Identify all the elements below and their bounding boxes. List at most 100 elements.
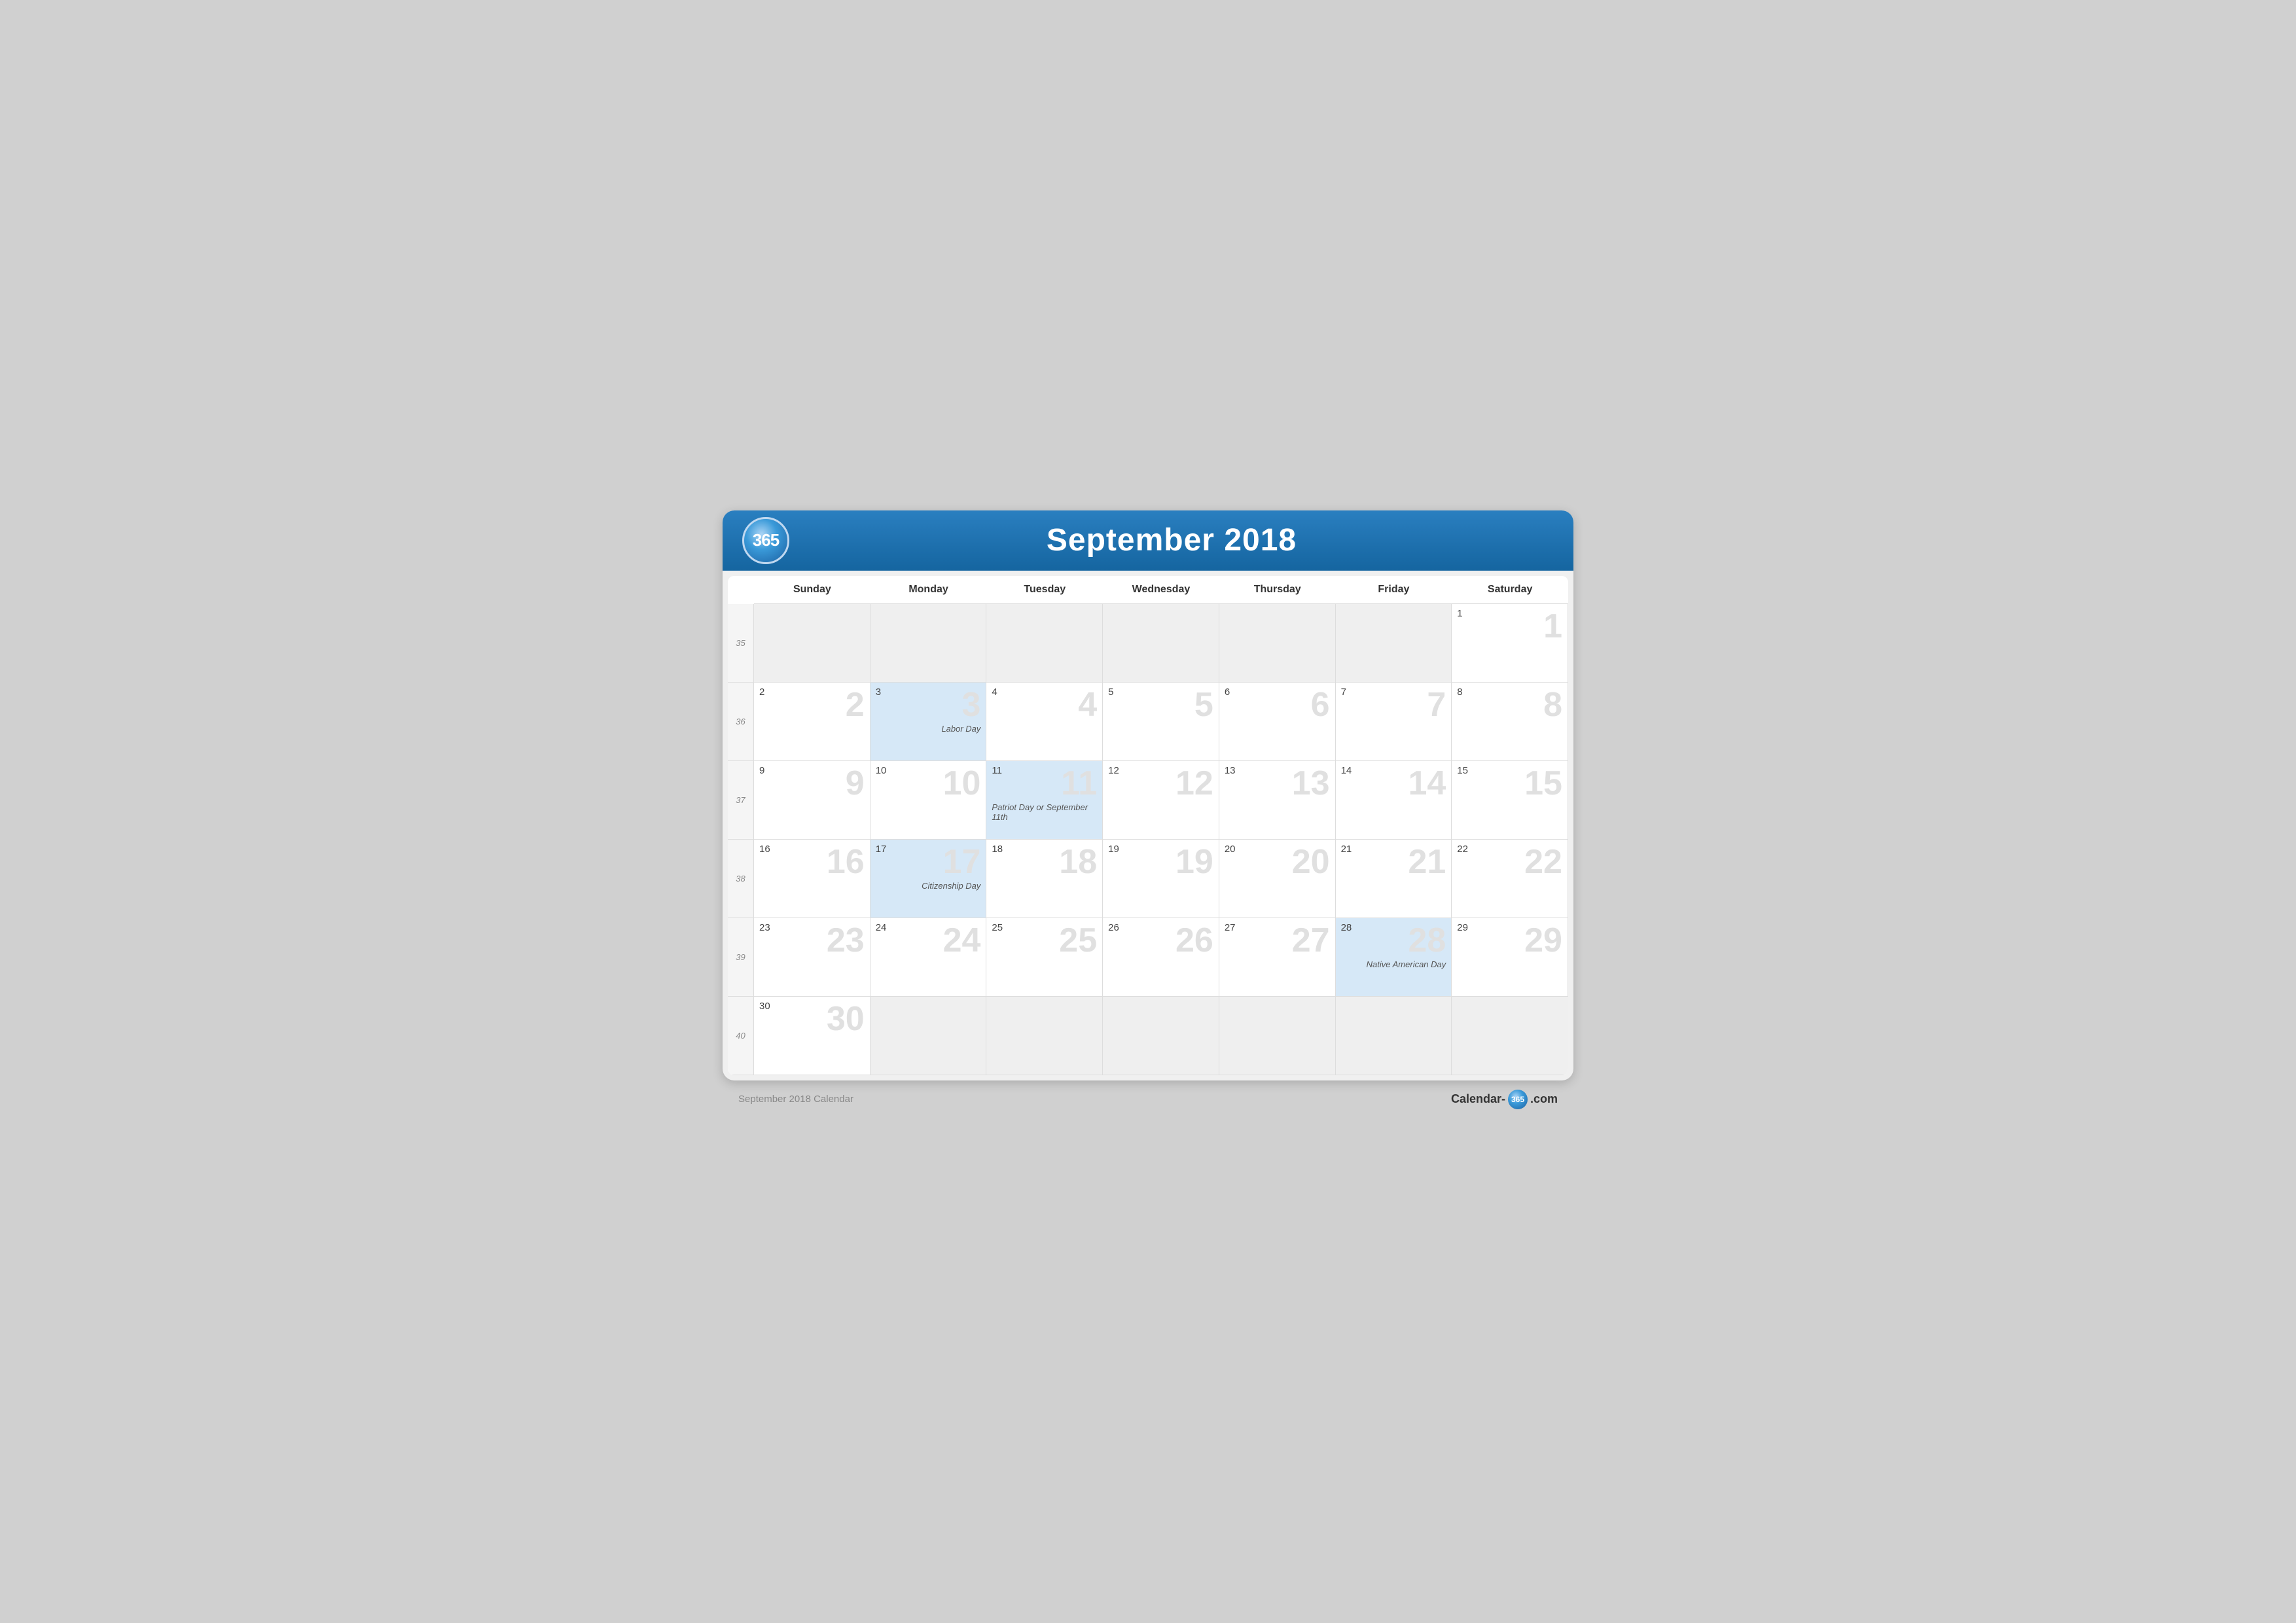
logo-circle: 365 <box>742 517 789 564</box>
date-num-12: 12 <box>1108 765 1213 776</box>
cal-cell-w5-d6 <box>1452 997 1568 1075</box>
cal-cell-w5-d3 <box>1103 997 1219 1075</box>
cal-cell-w0-d3 <box>1103 604 1219 683</box>
date-num-11: 11 <box>992 765 1097 776</box>
cal-cell-w0-d6: 11 <box>1452 604 1568 683</box>
date-num-16: 16 <box>759 844 865 855</box>
date-num-6: 6 <box>1225 687 1330 698</box>
week-num-header-empty <box>728 576 754 604</box>
date-num-17: 17 <box>876 844 981 855</box>
footer-logo: Calendar- 365 .com <box>1451 1090 1558 1109</box>
footer-brand-circle: 365 <box>1508 1090 1528 1109</box>
cal-cell-w3-d0: 1616 <box>754 840 870 918</box>
cal-cell-w1-d3: 55 <box>1103 683 1219 761</box>
footer-brand-text: Calendar- <box>1451 1092 1505 1106</box>
cal-cell-w4-d5: 2828Native American Day <box>1336 918 1452 997</box>
date-num-8: 8 <box>1457 687 1562 698</box>
date-num-23: 23 <box>759 922 865 933</box>
date-num-28: 28 <box>1341 922 1446 933</box>
cal-cell-w5-d5 <box>1336 997 1452 1075</box>
cal-cell-w2-d2: 1111Patriot Day or September 11th <box>986 761 1103 840</box>
date-num-25: 25 <box>992 922 1097 933</box>
cal-cell-w1-d2: 44 <box>986 683 1103 761</box>
cal-cell-w0-d2 <box>986 604 1103 683</box>
calendar-header: 365 September 2018 <box>723 510 1573 571</box>
cal-cell-w1-d0: 22 <box>754 683 870 761</box>
cal-cell-w1-d1: 33Labor Day <box>870 683 987 761</box>
date-num-27: 27 <box>1225 922 1330 933</box>
calendar-container: 365 September 2018 Sunday Monday Tuesday… <box>723 510 1573 1080</box>
cal-cell-w3-d3: 1919 <box>1103 840 1219 918</box>
date-num-26: 26 <box>1108 922 1213 933</box>
date-num-3: 3 <box>876 687 981 698</box>
cal-cell-w4-d0: 2323 <box>754 918 870 997</box>
cal-cell-w4-d2: 2525 <box>986 918 1103 997</box>
cal-cell-w5-d2 <box>986 997 1103 1075</box>
date-num-20: 20 <box>1225 844 1330 855</box>
date-num-18: 18 <box>992 844 1097 855</box>
date-num-13: 13 <box>1225 765 1330 776</box>
holiday-label-28: Native American Day <box>1341 959 1446 969</box>
week-num-0: 35 <box>728 604 754 683</box>
date-num-10: 10 <box>876 765 981 776</box>
calendar-body: Sunday Monday Tuesday Wednesday Thursday… <box>728 576 1568 1075</box>
cal-cell-w2-d1: 1010 <box>870 761 987 840</box>
cal-cell-w3-d6: 2222 <box>1452 840 1568 918</box>
cal-cell-w5-d1 <box>870 997 987 1075</box>
day-header-sun: Sunday <box>754 576 870 604</box>
cal-cell-w2-d3: 1212 <box>1103 761 1219 840</box>
header-title: September 2018 <box>789 522 1554 558</box>
cal-cell-w0-d0 <box>754 604 870 683</box>
cal-cell-w3-d5: 2121 <box>1336 840 1452 918</box>
holiday-label-3: Labor Day <box>876 724 981 734</box>
cal-cell-w0-d1 <box>870 604 987 683</box>
day-header-sat: Saturday <box>1452 576 1568 604</box>
week-num-4: 39 <box>728 918 754 997</box>
cal-cell-w4-d3: 2626 <box>1103 918 1219 997</box>
day-header-mon: Monday <box>870 576 987 604</box>
holiday-label-11: Patriot Day or September 11th <box>992 802 1097 822</box>
cal-cell-w4-d6: 2929 <box>1452 918 1568 997</box>
cal-cell-w5-d0: 3030 <box>754 997 870 1075</box>
date-num-4: 4 <box>992 687 1097 698</box>
cal-cell-w2-d5: 1414 <box>1336 761 1452 840</box>
calendar-grid: 3511362233Labor Day445566778837991010111… <box>728 604 1568 1075</box>
cal-cell-w4-d4: 2727 <box>1219 918 1336 997</box>
footer-brand-suffix: .com <box>1530 1092 1558 1106</box>
date-num-19: 19 <box>1108 844 1213 855</box>
date-num-22: 22 <box>1457 844 1562 855</box>
date-num-29: 29 <box>1457 922 1562 933</box>
date-num-21: 21 <box>1341 844 1446 855</box>
day-header-wed: Wednesday <box>1103 576 1219 604</box>
date-num-5: 5 <box>1108 687 1213 698</box>
footer-caption: September 2018 Calendar <box>738 1094 853 1105</box>
date-num-7: 7 <box>1341 687 1446 698</box>
cal-cell-w3-d2: 1818 <box>986 840 1103 918</box>
date-num-2: 2 <box>759 687 865 698</box>
cal-cell-w3-d4: 2020 <box>1219 840 1336 918</box>
cal-cell-w2-d4: 1313 <box>1219 761 1336 840</box>
holiday-label-17: Citizenship Day <box>876 881 981 891</box>
week-num-3: 38 <box>728 840 754 918</box>
cal-cell-w0-d5 <box>1336 604 1452 683</box>
day-header-tue: Tuesday <box>986 576 1103 604</box>
week-num-2: 37 <box>728 761 754 840</box>
date-num-9: 9 <box>759 765 865 776</box>
cal-cell-w5-d4 <box>1219 997 1336 1075</box>
footer: September 2018 Calendar Calendar- 365 .c… <box>723 1080 1573 1113</box>
cal-cell-w1-d5: 77 <box>1336 683 1452 761</box>
page-wrapper: 365 September 2018 Sunday Monday Tuesday… <box>723 510 1573 1113</box>
day-header-thu: Thursday <box>1219 576 1336 604</box>
date-num-30: 30 <box>759 1001 865 1012</box>
date-num-24: 24 <box>876 922 981 933</box>
date-num-15: 15 <box>1457 765 1562 776</box>
week-num-1: 36 <box>728 683 754 761</box>
cal-cell-w0-d4 <box>1219 604 1336 683</box>
cal-cell-w4-d1: 2424 <box>870 918 987 997</box>
cal-cell-w1-d4: 66 <box>1219 683 1336 761</box>
cal-cell-w2-d0: 99 <box>754 761 870 840</box>
cal-cell-w2-d6: 1515 <box>1452 761 1568 840</box>
cal-cell-w1-d6: 88 <box>1452 683 1568 761</box>
date-num-14: 14 <box>1341 765 1446 776</box>
date-num-1: 1 <box>1457 608 1562 619</box>
